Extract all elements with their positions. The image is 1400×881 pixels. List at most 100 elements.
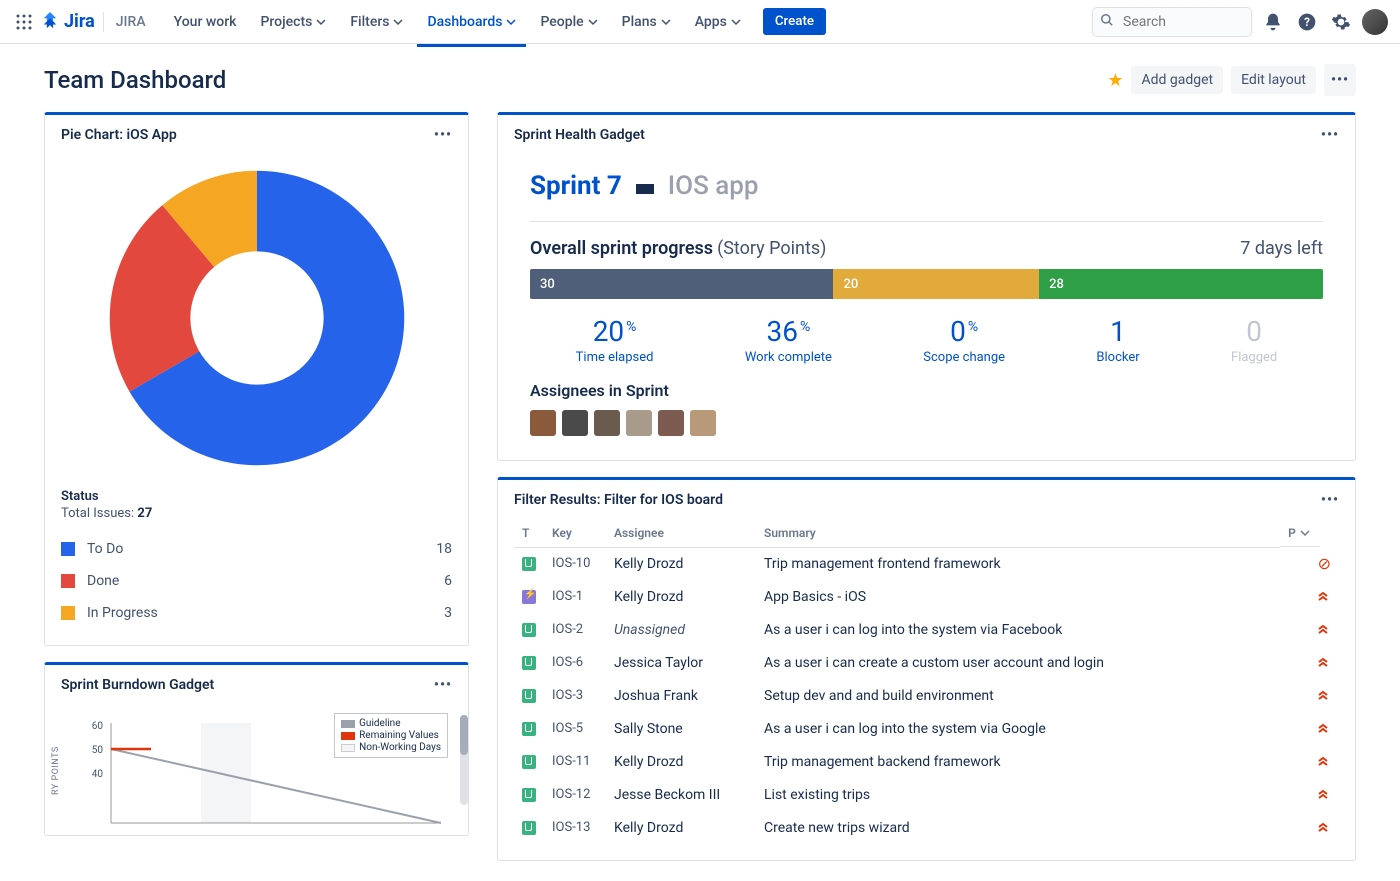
jira-logo[interactable]: Jira (40, 11, 95, 32)
create-button[interactable]: Create (763, 8, 826, 35)
sprint-stat[interactable]: 0Flagged (1231, 315, 1277, 365)
col-type[interactable]: T (514, 520, 544, 547)
gadget-menu-icon[interactable]: ••• (434, 677, 452, 693)
search-input[interactable] (1092, 7, 1252, 37)
story-icon (522, 689, 536, 703)
assignee-avatar[interactable] (690, 410, 716, 436)
edit-layout-button[interactable]: Edit layout (1231, 66, 1316, 94)
table-row[interactable]: IOS-3 Joshua Frank Setup dev and and bui… (514, 679, 1339, 712)
issue-assignee[interactable]: Joshua Frank (606, 679, 756, 712)
user-avatar[interactable] (1362, 9, 1388, 35)
col-assignee[interactable]: Assignee (606, 520, 756, 547)
priority-highest-icon (1315, 785, 1331, 801)
col-key[interactable]: Key (544, 520, 606, 547)
sprint-stat[interactable]: 1Blocker (1096, 315, 1139, 365)
scrollbar[interactable] (460, 715, 468, 805)
legend-swatch (61, 606, 75, 620)
assignee-avatar[interactable] (594, 410, 620, 436)
col-priority[interactable]: P (1280, 520, 1320, 547)
issue-summary[interactable]: Setup dev and and build environment (756, 679, 1280, 712)
issue-key[interactable]: IOS-2 (544, 613, 606, 646)
legend-count: 18 (436, 541, 452, 557)
table-row[interactable]: IOS-13 Kelly Drozd Create new trips wiza… (514, 811, 1339, 844)
issue-summary[interactable]: List existing trips (756, 778, 1280, 811)
add-gadget-button[interactable]: Add gadget (1131, 66, 1223, 94)
more-actions-icon[interactable]: ••• (1324, 64, 1356, 96)
sprint-name[interactable]: Sprint 7 (530, 171, 622, 201)
issue-summary[interactable]: Trip management frontend framework (756, 547, 1280, 580)
issue-summary[interactable]: As a user i can create a custom user acc… (756, 646, 1280, 679)
nav-item-filters[interactable]: Filters (340, 8, 413, 36)
nav-item-your-work[interactable]: Your work (164, 8, 247, 36)
progress-segment: 28 (1039, 269, 1323, 299)
issue-key[interactable]: IOS-11 (544, 745, 606, 778)
issue-summary[interactable]: As a user i can log into the system via … (756, 613, 1280, 646)
nav-item-projects[interactable]: Projects (250, 8, 336, 36)
priority-highest-icon (1315, 686, 1331, 702)
issue-key[interactable]: IOS-10 (544, 547, 606, 580)
legend-row[interactable]: In Progress3 (61, 597, 452, 629)
priority-highest-icon (1315, 653, 1331, 669)
table-row[interactable]: IOS-11 Kelly Drozd Trip management backe… (514, 745, 1339, 778)
issue-assignee[interactable]: Sally Stone (606, 712, 756, 745)
issue-assignee[interactable]: Kelly Drozd (606, 580, 756, 613)
priority-highest-icon (1315, 818, 1331, 834)
star-icon[interactable]: ★ (1107, 70, 1123, 91)
app-switcher-icon[interactable] (12, 10, 36, 34)
col-summary[interactable]: Summary (756, 520, 1280, 547)
assignee-avatar[interactable] (530, 410, 556, 436)
assignee-avatar[interactable] (626, 410, 652, 436)
table-row[interactable]: IOS-6 Jessica Taylor As a user i can cre… (514, 646, 1339, 679)
gadget-menu-icon[interactable]: ••• (1321, 492, 1339, 508)
burndown-legend: Guideline Remaining Values Non-Working D… (334, 713, 448, 758)
gadget-menu-icon[interactable]: ••• (1321, 127, 1339, 143)
issue-summary[interactable]: Create new trips wizard (756, 811, 1280, 844)
issue-summary[interactable]: As a user i can log into the system via … (756, 712, 1280, 745)
issue-key[interactable]: IOS-13 (544, 811, 606, 844)
issue-assignee[interactable]: Jesse Beckom III (606, 778, 756, 811)
issue-assignee[interactable]: Jessica Taylor (606, 646, 756, 679)
issue-summary[interactable]: App Basics - iOS (756, 580, 1280, 613)
priority-highest-icon (1315, 587, 1331, 603)
sprint-stat[interactable]: 0%Scope change (923, 315, 1005, 365)
table-row[interactable]: IOS-10 Kelly Drozd Trip management front… (514, 547, 1339, 580)
issue-key[interactable]: IOS-3 (544, 679, 606, 712)
assignee-avatar[interactable] (562, 410, 588, 436)
svg-text:40: 40 (92, 769, 104, 780)
story-icon (522, 821, 536, 835)
issue-key[interactable]: IOS-6 (544, 646, 606, 679)
gadget-menu-icon[interactable]: ••• (434, 127, 452, 143)
priority-highest-icon (1315, 752, 1331, 768)
nav-item-plans[interactable]: Plans (612, 8, 681, 36)
nav-item-dashboards[interactable]: Dashboards (417, 8, 526, 36)
table-row[interactable]: IOS-12 Jesse Beckom III List existing tr… (514, 778, 1339, 811)
assignee-avatar[interactable] (658, 410, 684, 436)
settings-icon[interactable] (1328, 9, 1354, 35)
notifications-icon[interactable] (1260, 9, 1286, 35)
issue-key[interactable]: IOS-5 (544, 712, 606, 745)
issue-summary[interactable]: Trip management backend framework (756, 745, 1280, 778)
assignees-list (530, 410, 1323, 436)
table-row[interactable]: IOS-2 Unassigned As a user i can log int… (514, 613, 1339, 646)
issue-assignee[interactable]: Kelly Drozd (606, 745, 756, 778)
story-icon (522, 755, 536, 769)
issue-assignee[interactable]: Kelly Drozd (606, 547, 756, 580)
legend-row[interactable]: To Do18 (61, 533, 452, 565)
table-row[interactable]: IOS-1 Kelly Drozd App Basics - iOS (514, 580, 1339, 613)
legend-row[interactable]: Done6 (61, 565, 452, 597)
sprint-stat[interactable]: 36%Work complete (745, 315, 832, 365)
legend-label: To Do (87, 541, 436, 557)
sprint-project: IOS app (668, 171, 759, 201)
issue-key[interactable]: IOS-12 (544, 778, 606, 811)
issue-assignee[interactable]: Kelly Drozd (606, 811, 756, 844)
pie-total: Total Issues: 27 (61, 506, 452, 521)
nav-item-people[interactable]: People (530, 8, 607, 36)
nav-item-apps[interactable]: Apps (685, 8, 751, 36)
pie-chart (61, 155, 452, 489)
issue-assignee[interactable]: Unassigned (606, 613, 756, 646)
help-icon[interactable]: ? (1294, 9, 1320, 35)
legend-swatch (61, 542, 75, 556)
sprint-stat[interactable]: 20%Time elapsed (576, 315, 654, 365)
table-row[interactable]: IOS-5 Sally Stone As a user i can log in… (514, 712, 1339, 745)
issue-key[interactable]: IOS-1 (544, 580, 606, 613)
